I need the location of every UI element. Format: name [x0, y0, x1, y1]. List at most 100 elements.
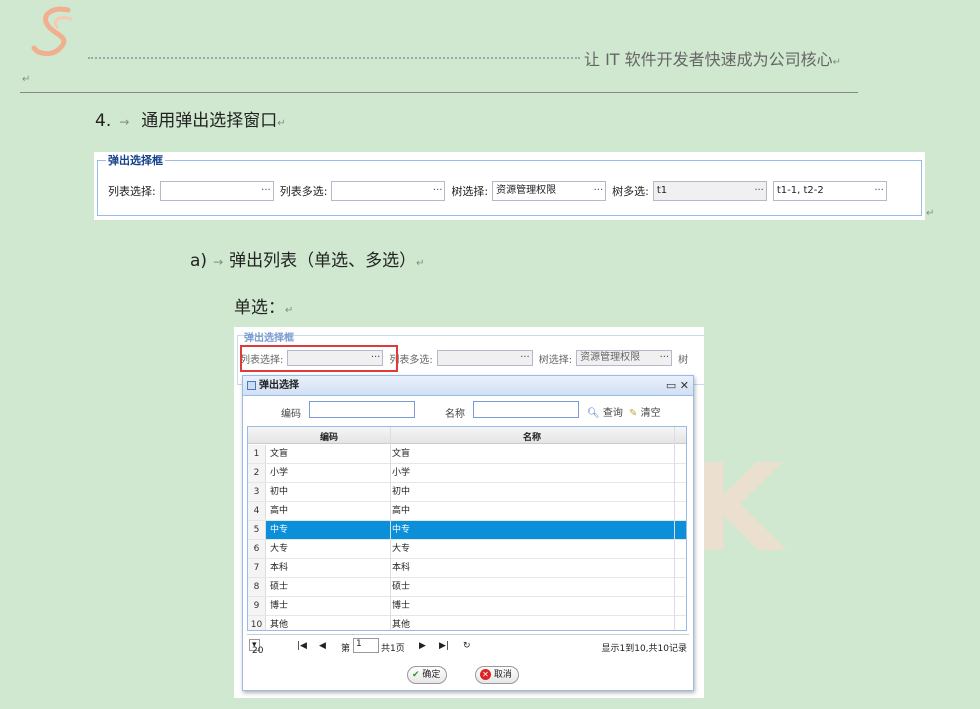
tree-multi-input-2[interactable]: t1-1, t2-2 ···	[772, 181, 887, 201]
table-row[interactable]: 9 博士 博士	[248, 597, 686, 616]
code-label: 编码	[281, 409, 301, 420]
cell-code: 中专	[270, 525, 289, 535]
table-row[interactable]: 5 中专 中专	[248, 521, 686, 540]
tree-multi-input[interactable]: t1 ···	[652, 181, 767, 201]
cell-code: 高中	[270, 506, 289, 516]
cell-code: 初中	[270, 487, 289, 497]
record-summary: 显示1到10,共10记录	[601, 644, 688, 654]
table-row[interactable]: 7 本科 本科	[248, 559, 686, 578]
query-button[interactable]: 🔍︎ 查询	[587, 404, 623, 419]
fieldset-legend: 弹出选择框	[106, 152, 165, 168]
row-number: 2	[248, 464, 266, 482]
cell-code: 硕士	[270, 582, 289, 592]
paragraph-mark: ↵	[22, 74, 31, 85]
table-row[interactable]: 6 大专 大专	[248, 540, 686, 559]
table-row[interactable]: 1 文盲 文盲	[248, 445, 686, 464]
row-number: 8	[248, 578, 266, 596]
table-row[interactable]: 2 小学 小学	[248, 464, 686, 483]
bg-input: ···	[436, 350, 533, 366]
row-number: 4	[248, 502, 266, 520]
column-header-code[interactable]: 编码	[268, 430, 390, 443]
dialog-footer: ✔ 确定 ✕ 取消	[243, 660, 693, 690]
ok-button[interactable]: ✔ 确定	[407, 666, 448, 684]
cell-name: 大专	[392, 544, 411, 554]
ellipsis-icon[interactable]: ···	[433, 182, 443, 200]
dialog-header: 弹出选择 ▭ ✕	[243, 376, 693, 396]
cell-code: 其他	[270, 620, 289, 630]
tree-select-input[interactable]: 资源管理权限 ···	[492, 181, 607, 201]
close-icon: ✕	[480, 669, 491, 680]
ellipsis-icon[interactable]: ···	[261, 182, 271, 200]
cell-name: 硕士	[392, 582, 411, 592]
field-label-list-select: 列表选择:	[108, 185, 156, 198]
table-row[interactable]: 8 硕士 硕士	[248, 578, 686, 597]
column-divider	[390, 427, 391, 630]
cell-name: 其他	[392, 620, 411, 630]
row-number: 9	[248, 597, 266, 615]
broom-icon: ✎	[629, 408, 638, 419]
cell-code: 大专	[270, 544, 289, 554]
clear-button[interactable]: ✎ 清空	[629, 404, 661, 419]
ellipsis-icon[interactable]: ···	[594, 182, 604, 200]
column-divider	[674, 427, 675, 630]
next-page-icon[interactable]: ▶	[419, 641, 426, 651]
cancel-button[interactable]: ✕ 取消	[475, 666, 519, 684]
window-controls[interactable]: ▭ ✕	[666, 376, 689, 396]
field-label-tree-select: 树选择:	[451, 185, 489, 198]
prev-page-icon[interactable]: ◀	[319, 641, 326, 651]
first-page-icon[interactable]: |◀	[297, 641, 307, 651]
window-icon	[247, 381, 256, 390]
column-header-name[interactable]: 名称	[390, 430, 674, 443]
pager: 20 ▾ |◀ ◀ 第 1 共1页 ▶ ▶| ↻ 显示1到10,共10记录	[247, 634, 689, 658]
row-number: 6	[248, 540, 266, 558]
field-label-tree-multi: 树多选:	[612, 185, 649, 198]
fieldset-row: 列表选择: ··· 列表多选: ··· 树选择: 资源管理权限 ··· 树多选: …	[108, 181, 893, 201]
dialog-screenshot: 弹出选择框 列表选择: ··· 列表多选: ··· 树选择: 资源管理权限 ···…	[234, 327, 704, 698]
page-prefix: 第	[341, 644, 351, 654]
list-multi-input[interactable]: ···	[331, 181, 446, 201]
row-number: 3	[248, 483, 266, 501]
cell-name: 博士	[392, 601, 411, 611]
cell-name: 本科	[392, 563, 411, 573]
page-input[interactable]: 1	[353, 638, 379, 653]
cell-name: 文盲	[392, 449, 411, 459]
cell-name: 高中	[392, 506, 411, 516]
ellipsis-icon[interactable]: ···	[874, 182, 884, 200]
highlight-box	[240, 345, 398, 372]
cell-code: 小学	[270, 468, 289, 478]
header-dotted-leader	[88, 47, 580, 59]
bg-label: 树	[678, 354, 689, 366]
list-select-input[interactable]: ···	[159, 181, 274, 201]
dialog-title: 弹出选择	[259, 380, 299, 391]
last-page-icon[interactable]: ▶|	[439, 641, 449, 651]
table-row[interactable]: 10 其他 其他	[248, 616, 686, 630]
bg-fieldset-legend: 弹出选择框	[244, 333, 294, 344]
check-icon: ✔	[412, 670, 420, 680]
table-row[interactable]: 3 初中 初中	[248, 483, 686, 502]
total-pages: 共1页	[381, 644, 405, 654]
cell-name: 中专	[392, 525, 411, 535]
fieldset-screenshot: 弹出选择框 列表选择: ··· 列表多选: ··· 树选择: 资源管理权限 ···…	[94, 152, 925, 220]
cell-name: 小学	[392, 468, 411, 478]
refresh-icon[interactable]: ↻	[463, 641, 471, 651]
code-input[interactable]	[309, 401, 415, 418]
row-number: 1	[248, 445, 266, 463]
header-rule	[20, 92, 858, 93]
subsection-heading: a) → 弹出列表（单选、多选）↵	[190, 251, 425, 271]
ellipsis-icon[interactable]: ···	[754, 182, 764, 200]
field-label-list-multi: 列表多选:	[279, 185, 328, 198]
name-input[interactable]	[473, 401, 579, 418]
cell-code: 博士	[270, 601, 289, 611]
name-label: 名称	[445, 409, 465, 420]
company-logo	[31, 6, 73, 57]
table-row[interactable]: 4 高中 高中	[248, 502, 686, 521]
row-number: 5	[248, 521, 266, 539]
single-select-label: 单选：↵	[234, 298, 294, 318]
cell-name: 初中	[392, 487, 411, 497]
bg-label: 树选择:	[538, 354, 573, 366]
bg-input: 资源管理权限 ···	[576, 350, 673, 366]
row-number: 10	[248, 616, 266, 630]
page-size-select[interactable]: 20 ▾	[249, 639, 263, 656]
search-icon: 🔍︎	[587, 408, 600, 419]
header-slogan: 让 IT 软件开发者快速成为公司核心↵	[584, 50, 842, 69]
